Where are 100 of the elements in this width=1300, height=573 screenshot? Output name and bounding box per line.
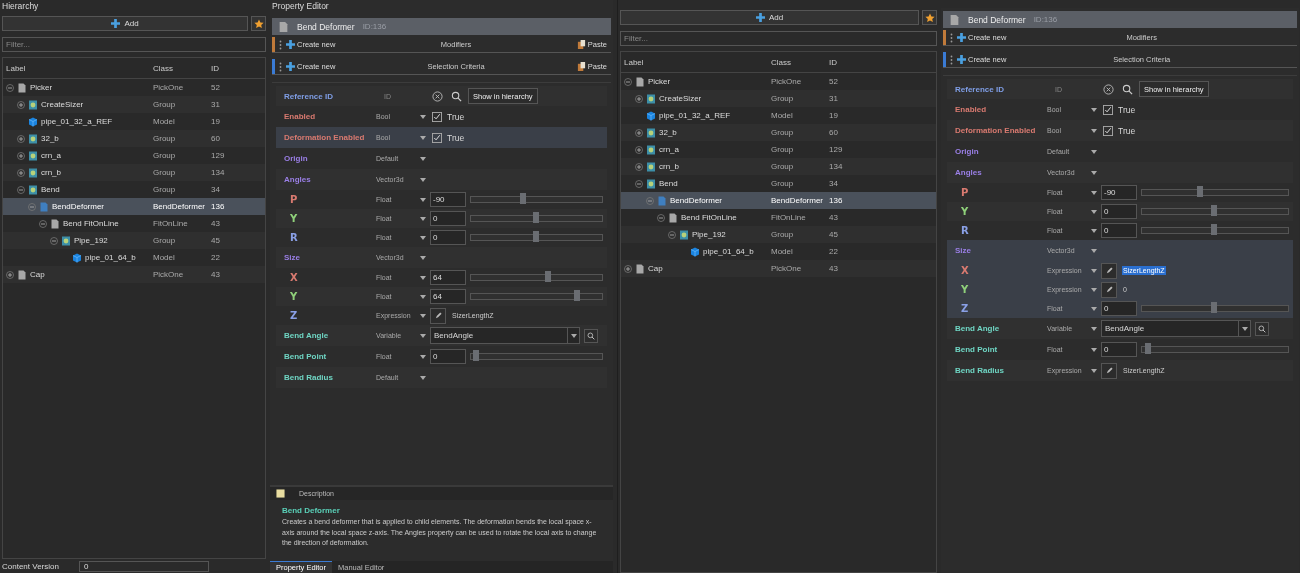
tree-row[interactable]: Cap PickOne 43: [621, 260, 936, 277]
edit-expression-button[interactable]: [430, 307, 446, 324]
expand-icon[interactable]: [635, 162, 643, 171]
favorites-button[interactable]: [251, 16, 266, 31]
column-header[interactable]: ID: [829, 57, 936, 67]
tree-row[interactable]: Bend Group 34: [621, 175, 936, 192]
checkbox[interactable]: [1103, 104, 1113, 115]
tree-row[interactable]: Cap PickOne 43: [3, 266, 265, 283]
tree-row[interactable]: 32_b Group 60: [3, 130, 265, 147]
drag-handle-icon[interactable]: [279, 39, 282, 50]
clear-icon[interactable]: [1103, 83, 1114, 95]
drag-handle-icon[interactable]: [279, 61, 282, 72]
column-header[interactable]: Label: [621, 57, 771, 67]
value-combo-box[interactable]: BendAngle: [1101, 320, 1251, 337]
tree-row[interactable]: pipe_01_32_a_REF Model 19: [3, 113, 265, 130]
expand-icon[interactable]: [17, 100, 25, 109]
slider-thumb[interactable]: [532, 212, 539, 223]
slider[interactable]: [470, 353, 603, 360]
number-field[interactable]: 0: [430, 211, 466, 226]
drag-handle-icon[interactable]: [950, 54, 953, 65]
slider[interactable]: [1141, 346, 1289, 353]
slider-thumb[interactable]: [473, 350, 480, 361]
checkbox[interactable]: [1103, 125, 1113, 136]
number-field[interactable]: -90: [1101, 185, 1137, 200]
expand-icon[interactable]: [17, 151, 25, 160]
slider-thumb[interactable]: [1197, 186, 1204, 197]
collapse-icon[interactable]: [39, 219, 47, 228]
slider[interactable]: [1141, 208, 1289, 215]
slider[interactable]: [470, 215, 603, 222]
tree-row[interactable]: pipe_01_64_b Model 22: [621, 243, 936, 260]
tree-row[interactable]: BendDeformer BendDeformer 136: [3, 198, 265, 215]
tree-row[interactable]: Picker PickOne 52: [621, 73, 936, 90]
column-header[interactable]: Label: [3, 63, 153, 73]
slider[interactable]: [470, 274, 603, 281]
tree-row[interactable]: CreateSizer Group 31: [3, 96, 265, 113]
slider-thumb[interactable]: [544, 271, 551, 282]
collapse-icon[interactable]: [635, 179, 643, 188]
slider-thumb[interactable]: [1211, 224, 1217, 235]
number-field[interactable]: 0: [1101, 301, 1137, 316]
tree-row[interactable]: crn_b Group 134: [3, 164, 265, 181]
expand-icon[interactable]: [6, 270, 14, 279]
filter-field[interactable]: Filter...: [2, 37, 266, 52]
number-field[interactable]: 0: [1101, 223, 1137, 238]
expand-icon[interactable]: [635, 145, 643, 154]
checkbox[interactable]: [432, 132, 442, 143]
clear-icon[interactable]: [432, 90, 443, 102]
add-button[interactable]: Add: [620, 10, 919, 25]
collapse-icon[interactable]: [28, 202, 36, 211]
tree-row[interactable]: Bend FitOnLine FitOnLine 43: [3, 215, 265, 232]
number-field[interactable]: 0: [430, 230, 466, 245]
slider[interactable]: [470, 196, 603, 203]
tree-row[interactable]: crn_b Group 134: [621, 158, 936, 175]
tree-row[interactable]: BendDeformer BendDeformer 136: [621, 192, 936, 209]
slider[interactable]: [470, 293, 603, 300]
expand-icon[interactable]: [17, 168, 25, 177]
tree-row[interactable]: Bend FitOnLine FitOnLine 43: [621, 209, 936, 226]
content-version-field[interactable]: 0: [78, 560, 209, 572]
column-header[interactable]: Class: [153, 63, 211, 73]
number-field[interactable]: 0: [1101, 204, 1137, 219]
tree-row[interactable]: 32_b Group 60: [621, 124, 936, 141]
tree-row[interactable]: crn_a Group 129: [3, 147, 265, 164]
number-field[interactable]: 0: [1101, 342, 1137, 357]
number-field[interactable]: -90: [430, 192, 466, 207]
tree-row[interactable]: Pipe_192 Group 45: [3, 232, 265, 249]
checkbox[interactable]: [432, 111, 442, 122]
number-field[interactable]: 64: [430, 270, 466, 285]
tree-row[interactable]: CreateSizer Group 31: [621, 90, 936, 107]
favorites-button[interactable]: [922, 10, 937, 25]
collapse-icon[interactable]: [6, 83, 14, 92]
collapse-icon[interactable]: [17, 185, 25, 194]
slider[interactable]: [1141, 227, 1289, 234]
slider-thumb[interactable]: [574, 290, 581, 301]
value-combo-box[interactable]: BendAngle: [430, 327, 580, 344]
expand-icon[interactable]: [17, 134, 25, 143]
slider[interactable]: [470, 234, 603, 241]
search-button[interactable]: [1255, 321, 1269, 336]
add-button[interactable]: Add: [2, 16, 248, 31]
slider-thumb[interactable]: [1144, 343, 1151, 354]
collapse-icon[interactable]: [668, 230, 676, 239]
edit-expression-button[interactable]: [1101, 281, 1117, 298]
collapse-icon[interactable]: [646, 196, 654, 205]
collapse-icon[interactable]: [657, 213, 665, 222]
slider-thumb[interactable]: [1211, 302, 1217, 313]
search-icon[interactable]: [1122, 83, 1133, 95]
search-button[interactable]: [584, 328, 598, 343]
number-field[interactable]: 0: [430, 349, 466, 364]
slider-thumb[interactable]: [532, 231, 539, 242]
expand-icon[interactable]: [635, 94, 643, 103]
column-header[interactable]: ID: [211, 63, 265, 73]
tree-row[interactable]: pipe_01_64_b Model 22: [3, 249, 265, 266]
tree-row[interactable]: Pipe_192 Group 45: [621, 226, 936, 243]
search-icon[interactable]: [451, 90, 462, 102]
expand-icon[interactable]: [624, 264, 632, 273]
slider-thumb[interactable]: [520, 193, 527, 204]
slider-thumb[interactable]: [1211, 205, 1217, 216]
expand-icon[interactable]: [635, 128, 643, 137]
edit-expression-button[interactable]: [1101, 362, 1117, 379]
tree-row[interactable]: crn_a Group 129: [621, 141, 936, 158]
column-header[interactable]: Class: [771, 57, 829, 67]
tree-row[interactable]: Picker PickOne 52: [3, 79, 265, 96]
